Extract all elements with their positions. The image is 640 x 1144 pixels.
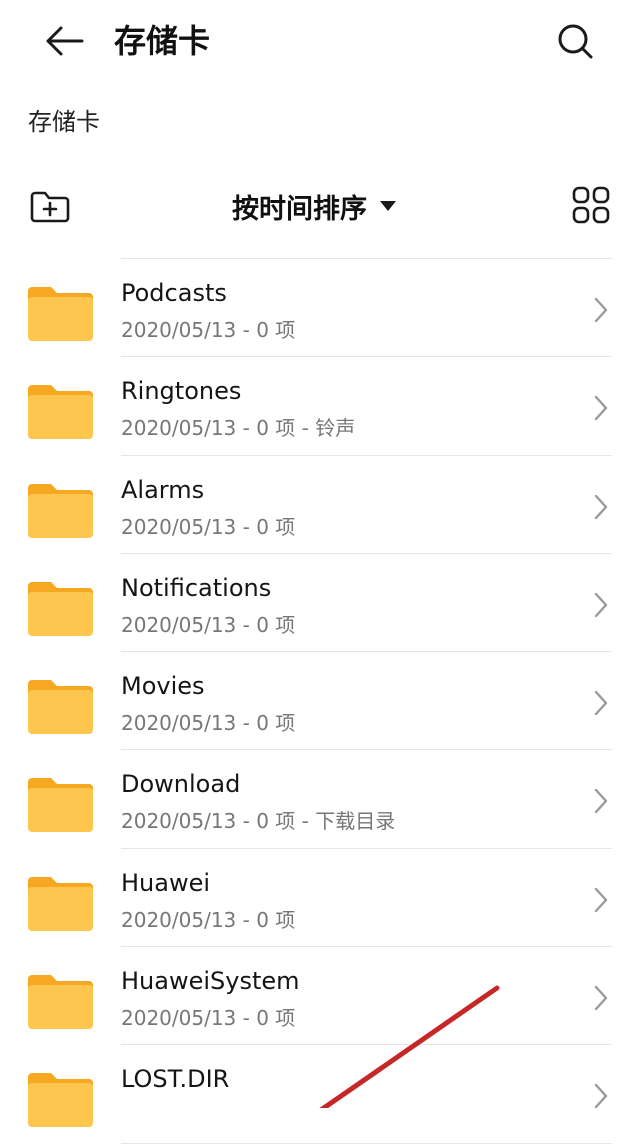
folder-row[interactable]: Download 2020/05/13 - 0 项 - 下载目录 (0, 750, 640, 849)
folder-row[interactable]: HuaweiSystem 2020/05/13 - 0 项 (0, 947, 640, 1046)
search-button[interactable] (552, 18, 598, 64)
folder-icon (28, 876, 93, 931)
folder-name: HuaweiSystem (121, 967, 300, 996)
chevron-right-icon (594, 396, 608, 421)
chevron-right-icon (594, 592, 608, 618)
grid-view-icon (572, 186, 610, 224)
folder-name: LOST.DIR (121, 1065, 230, 1094)
toolbar: 按时间排序 (0, 178, 640, 234)
folder-icon (28, 778, 93, 833)
folder-row[interactable]: Podcasts 2020/05/13 - 0 项 (0, 259, 640, 358)
folder-meta: 2020/05/13 - 0 项 (121, 1006, 296, 1031)
caret-down-icon (379, 200, 397, 212)
folder-meta: 2020/05/13 - 0 项 - 铃声 (121, 416, 356, 441)
chevron-right-icon (594, 985, 608, 1011)
folder-row[interactable]: Huawei 2020/05/13 - 0 项 (0, 849, 640, 948)
folder-row[interactable]: LOST.DIR (0, 1045, 640, 1144)
chevron-right-icon (594, 1084, 608, 1109)
folder-icon (28, 581, 93, 636)
folder-icon (28, 287, 93, 341)
folder-icon (28, 680, 93, 735)
chevron-right-icon (594, 789, 608, 814)
back-button[interactable] (38, 18, 90, 64)
folder-meta: 2020/05/13 - 0 项 (121, 318, 296, 342)
folder-row[interactable]: Movies 2020/05/13 - 0 项 (0, 652, 640, 751)
new-folder-button[interactable] (26, 182, 74, 230)
chevron-right-icon (594, 297, 608, 323)
folder-name: Movies (121, 672, 205, 701)
folder-row[interactable]: Notifications 2020/05/13 - 0 项 (0, 554, 640, 653)
chevron-right-icon (594, 690, 608, 716)
folder-name: Alarms (121, 475, 205, 504)
folder-meta: 2020/05/13 - 0 项 (121, 514, 296, 539)
sort-label: 按时间排序 (232, 193, 367, 225)
sort-dropdown[interactable]: 按时间排序 (232, 184, 397, 228)
page-title: 存储卡 (114, 22, 211, 60)
folder-meta: 2020/05/13 - 0 项 - 下载目录 (121, 809, 396, 834)
chevron-right-icon (594, 887, 608, 912)
folder-icon (28, 975, 93, 1030)
folder-row[interactable]: Ringtones 2020/05/13 - 0 项 - 铃声 (0, 357, 640, 456)
folder-meta: 2020/05/13 - 0 项 (121, 711, 296, 736)
folder-name: Ringtones (121, 377, 242, 406)
breadcrumb[interactable]: 存储卡 (28, 104, 100, 140)
arrow-left-icon (46, 26, 84, 56)
folder-row[interactable]: Alarms 2020/05/13 - 0 项 (0, 456, 640, 554)
folder-meta: 2020/05/13 - 0 项 (121, 612, 296, 637)
folder-name: Notifications (121, 573, 272, 602)
chevron-right-icon (594, 494, 608, 519)
folder-meta: 2020/05/13 - 0 项 (121, 907, 296, 932)
file-list: Podcasts 2020/05/13 - 0 项 Ringtones 2020… (0, 259, 640, 1144)
folder-icon (28, 483, 93, 538)
folder-icon (28, 1073, 93, 1128)
folder-name: Podcasts (121, 279, 227, 307)
folder-name: Huawei (121, 868, 211, 897)
app-bar: 存储卡 (0, 0, 640, 82)
search-icon (558, 24, 593, 59)
grid-view-button[interactable] (568, 182, 614, 228)
folder-name: Download (121, 770, 241, 799)
folder-icon (28, 385, 93, 440)
new-folder-icon (30, 191, 70, 223)
